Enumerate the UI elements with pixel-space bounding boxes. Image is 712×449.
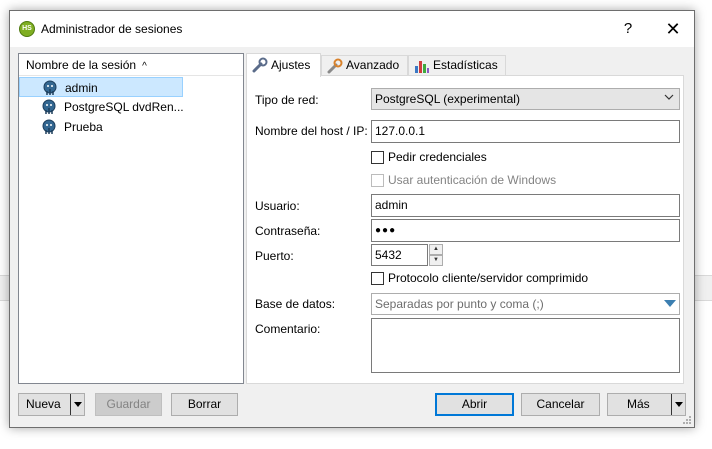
postgresql-elephant-icon [43,80,57,95]
network-type-label: Tipo de red: [255,93,319,107]
postgresql-elephant-icon [42,99,56,114]
session-manager-dialog: HS Administrador de sesiones ? ✕ Nombre … [9,10,695,428]
session-item-label: PostgreSQL dvdRen... [64,100,184,114]
settings-panel: Tipo de red: PostgreSQL (experimental) N… [246,75,684,384]
more-label: Más [627,397,650,411]
title-bar[interactable]: HS Administrador de sesiones ? ✕ [10,11,694,47]
window-title: Administrador de sesiones [41,22,183,36]
app-logo-icon: HS [19,21,35,37]
tab-label: Estadísticas [433,58,498,72]
tab-estadisticas[interactable]: Estadísticas [408,55,506,76]
comment-textarea[interactable] [371,318,680,373]
tab-label: Avanzado [346,58,400,72]
bar-chart-icon [415,61,429,73]
password-input[interactable]: ●●● [371,219,680,242]
new-session-label: Nueva [26,397,61,411]
host-label: Nombre del host / IP: [255,124,368,138]
open-button[interactable]: Abrir [435,393,514,416]
databases-placeholder: Separadas por punto y coma (;) [375,297,544,311]
cancel-button[interactable]: Cancelar [521,393,600,416]
session-name-column-header[interactable]: Nombre de la sesión ^ [19,54,243,76]
comment-label: Comentario: [255,322,321,336]
new-session-button[interactable]: Nueva [18,393,85,416]
ask-credentials-label: Pedir credenciales [388,150,487,164]
windows-auth-label: Usar autenticación de Windows [388,173,557,187]
wrench-orange-icon [327,58,343,74]
close-button[interactable]: ✕ [653,11,693,47]
resize-grip-icon[interactable] [682,415,692,425]
column-header-label: Nombre de la sesión [26,58,137,72]
new-session-dropdown-arrow[interactable] [70,394,84,415]
session-item-label: Prueba [64,120,103,134]
host-input[interactable]: 127.0.0.1 [371,120,680,143]
checkbox-box[interactable] [371,272,384,285]
chevron-down-icon [664,94,674,100]
databases-label: Base de datos: [255,297,336,311]
session-item-admin[interactable]: admin [19,77,183,97]
postgresql-elephant-icon [42,119,56,134]
network-type-value: PostgreSQL (experimental) [375,92,520,106]
more-button[interactable]: Más [607,393,686,416]
port-decrement-button[interactable]: ▼ [429,255,443,266]
port-input[interactable]: 5432 [371,244,428,266]
password-label: Contraseña: [255,224,321,238]
dropdown-arrow-icon [74,402,82,407]
save-button[interactable]: Guardar [95,393,162,416]
dropdown-arrow-icon [675,402,683,407]
port-label: Puerto: [255,249,294,263]
network-type-select[interactable]: PostgreSQL (experimental) [371,88,680,110]
sort-ascending-icon: ^ [142,61,147,72]
delete-button[interactable]: Borrar [171,393,238,416]
session-item-postgresql-dvdrental[interactable]: PostgreSQL dvdRen... [19,97,243,117]
user-input[interactable]: admin [371,194,680,217]
more-dropdown-arrow[interactable] [671,394,685,415]
help-button[interactable]: ? [608,11,648,47]
session-item-prueba[interactable]: Prueba [19,117,243,137]
checkbox-box[interactable] [371,174,384,187]
user-label: Usuario: [255,199,300,213]
port-increment-button[interactable]: ▲ [429,244,443,255]
session-list[interactable]: Nombre de la sesión ^ admin PostgreSQL dv… [18,53,244,384]
compressed-protocol-label: Protocolo cliente/servidor comprimido [388,271,589,285]
wrench-icon [252,57,268,73]
dropdown-triangle-icon[interactable] [664,300,676,307]
tab-label: Ajustes [271,58,311,72]
tab-avanzado[interactable]: Avanzado [321,55,408,76]
databases-input[interactable]: Separadas por punto y coma (;) [371,293,680,315]
checkbox-box[interactable] [371,151,384,164]
tab-ajustes[interactable]: Ajustes [246,53,321,77]
session-item-label: admin [65,81,98,95]
